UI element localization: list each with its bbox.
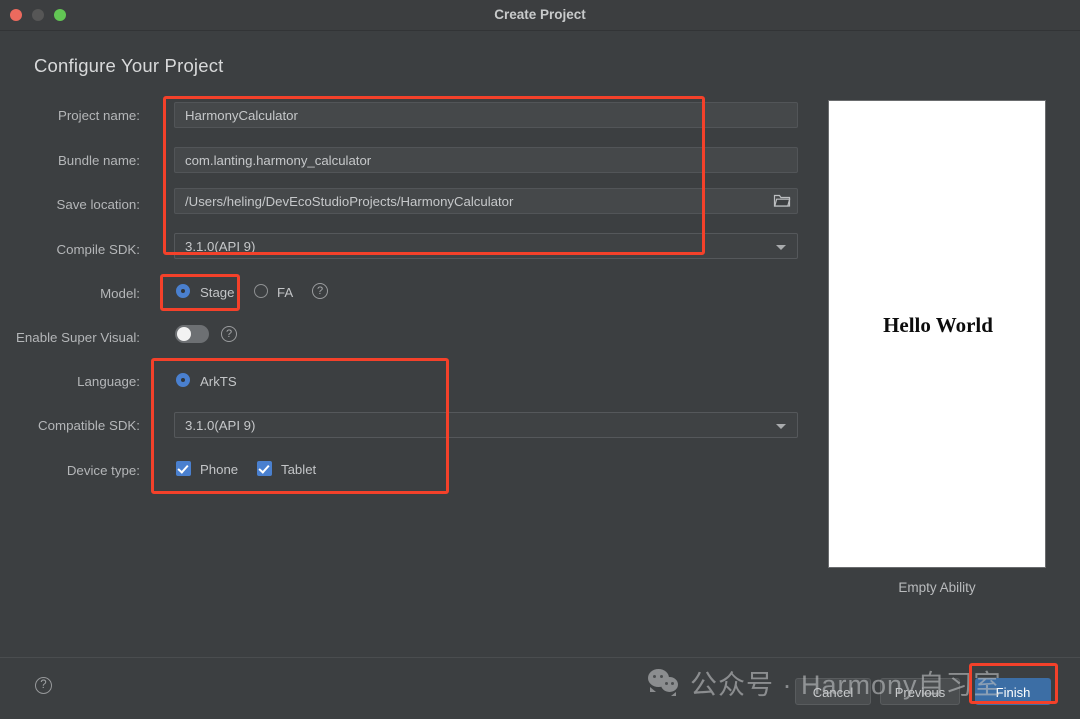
create-project-window: Create Project Configure Your Project Pr… [0,0,1080,719]
enable-super-visual-toggle[interactable] [175,325,209,343]
model-help-icon[interactable]: ? [312,283,328,299]
compatible-sdk-label: Compatible SDK: [38,418,140,433]
compatible-sdk-select[interactable]: 3.1.0(API 9) [174,412,798,438]
chevron-down-icon [776,424,786,429]
radio-model-stage[interactable] [176,284,190,298]
template-preview: Hello World [828,100,1046,568]
bundle-name-input[interactable]: com.lanting.harmony_calculator [174,147,798,173]
super-visual-help-icon[interactable]: ? [221,326,237,342]
compile-sdk-value: 3.1.0(API 9) [185,239,256,254]
project-name-input[interactable]: HarmonyCalculator [174,102,798,128]
previous-button[interactable]: Previous [880,678,960,705]
page-title: Configure Your Project [34,55,224,76]
radio-model-fa-label: FA [277,285,294,300]
finish-button[interactable]: Finish [975,678,1051,705]
language-label: Language: [77,374,140,389]
footer-help-icon[interactable]: ? [35,677,52,694]
checkbox-device-tablet[interactable] [257,461,272,476]
dialog-footer: ? Cancel Previous Finish [0,657,1080,719]
window-title: Create Project [494,7,586,22]
project-name-value: HarmonyCalculator [185,108,298,123]
compile-sdk-label: Compile SDK: [56,242,140,257]
cancel-button[interactable]: Cancel [795,678,871,705]
compile-sdk-select[interactable]: 3.1.0(API 9) [174,233,798,259]
checkbox-device-phone[interactable] [176,461,191,476]
radio-language-arkts-label: ArkTS [200,374,237,389]
project-name-label: Project name: [57,108,140,123]
preview-screen-text: Hello World [883,313,993,337]
checkbox-device-tablet-label: Tablet [281,462,317,477]
save-location-value: /Users/heling/DevEcoStudioProjects/Harmo… [185,194,514,209]
bundle-name-label: Bundle name: [57,153,140,168]
bundle-name-value: com.lanting.harmony_calculator [185,153,372,168]
device-type-label: Device type: [66,463,140,478]
enable-super-visual-label: Enable Super Visual: [16,330,140,345]
save-location-label: Save location: [56,197,140,212]
checkbox-device-phone-label: Phone [200,462,239,477]
radio-language-arkts[interactable] [176,373,190,387]
radio-model-stage-label: Stage [200,285,235,300]
preview-caption: Empty Ability [898,580,976,595]
folder-icon[interactable] [772,190,792,210]
radio-model-fa[interactable] [254,284,268,298]
model-label: Model: [100,286,140,301]
save-location-input[interactable]: /Users/heling/DevEcoStudioProjects/Harmo… [174,188,798,214]
title-bar: Create Project [0,0,1080,31]
chevron-down-icon [776,245,786,250]
compatible-sdk-value: 3.1.0(API 9) [185,418,256,433]
